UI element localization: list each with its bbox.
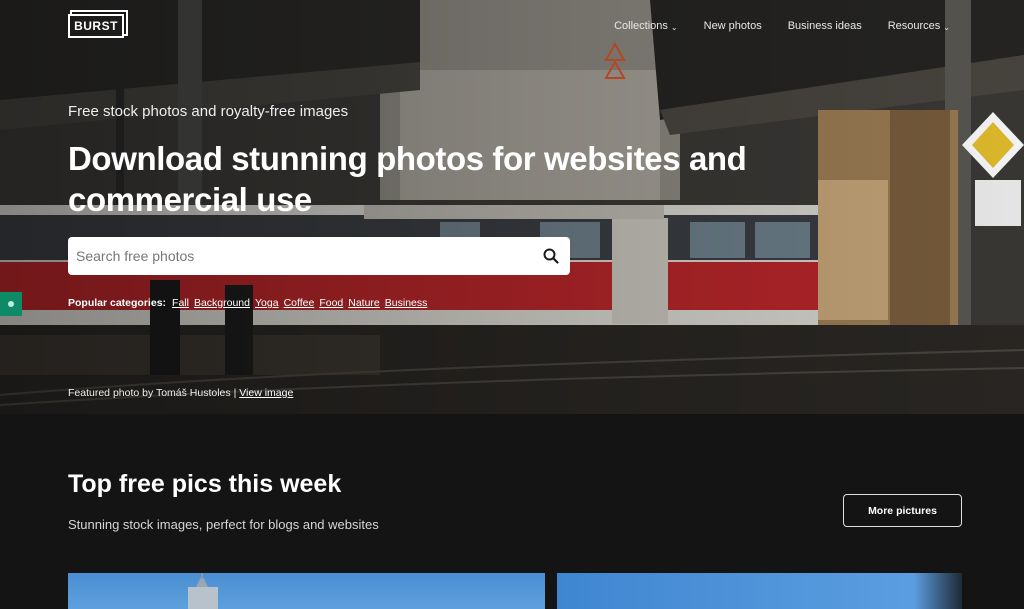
view-image-link[interactable]: View image — [239, 387, 293, 399]
section-title: Top free pics this week — [68, 470, 342, 498]
category-link-nature[interactable]: Nature — [348, 297, 380, 309]
credit-text: Featured photo by Tomáš Hustoles | — [68, 387, 237, 399]
search-icon — [543, 248, 559, 264]
hero-banner: BURST Collections ⌄ New photos Business … — [0, 0, 1024, 414]
dot-icon — [8, 301, 14, 307]
hero-headline: Download stunning photos for websites an… — [68, 140, 747, 218]
categories-label: Popular categories: — [68, 297, 167, 309]
category-link-background[interactable]: Background — [194, 297, 250, 309]
side-feedback-tab[interactable] — [0, 292, 22, 316]
chevron-down-icon: ⌄ — [943, 22, 950, 32]
search-bar — [68, 237, 570, 275]
nav-new-photos-label: New photos — [703, 20, 762, 32]
top-nav: Collections ⌄ New photos Business ideas … — [614, 20, 950, 32]
nav-new-photos[interactable]: New photos — [704, 20, 762, 32]
photo-thumbnail[interactable] — [557, 573, 962, 609]
category-link-fall[interactable]: Fall — [172, 297, 189, 309]
more-pictures-button[interactable]: More pictures — [843, 494, 962, 527]
nav-collections-label: Collections — [614, 20, 668, 32]
category-link-food[interactable]: Food — [319, 297, 343, 309]
popular-categories: Popular categories: Fall Background Yoga… — [68, 297, 427, 309]
category-link-coffee[interactable]: Coffee — [284, 297, 315, 309]
photo-credit: Featured photo by Tomáš Hustoles | View … — [68, 387, 293, 399]
photo-thumbnail[interactable] — [68, 573, 545, 609]
nav-business-ideas[interactable]: Business ideas — [788, 20, 862, 32]
burst-logo[interactable]: BURST — [68, 14, 124, 38]
hero-eyebrow: Free stock photos and royalty-free image… — [68, 103, 349, 120]
section-subtitle: Stunning stock images, perfect for blogs… — [68, 517, 379, 532]
category-link-business[interactable]: Business — [385, 297, 428, 309]
search-input[interactable] — [76, 248, 540, 264]
building-photo — [188, 573, 218, 609]
search-button[interactable] — [540, 245, 562, 267]
category-link-yoga[interactable]: Yoga — [255, 297, 279, 309]
chevron-down-icon: ⌄ — [670, 22, 678, 32]
nav-resources[interactable]: Resources ⌄ — [888, 20, 950, 32]
nav-collections[interactable]: Collections ⌄ — [614, 20, 678, 32]
nav-business-ideas-label: Business ideas — [787, 20, 862, 32]
nav-resources-label: Resources — [887, 20, 941, 32]
